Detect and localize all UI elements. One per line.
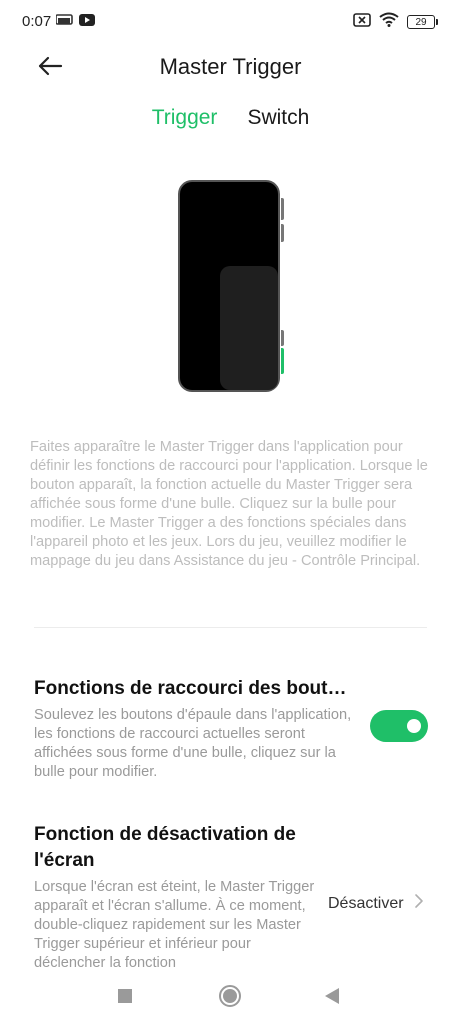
shortcut-toggle-switch[interactable] [370, 710, 428, 742]
tab-trigger[interactable]: Trigger [152, 106, 218, 130]
divider [34, 627, 427, 628]
recents-square-icon [117, 988, 133, 1009]
setting-value: Désactiver [328, 894, 404, 912]
screen-off-value-selector[interactable]: Désactiver [328, 893, 424, 914]
nav-back-button[interactable] [318, 984, 346, 1012]
trigger-highlight [281, 348, 284, 374]
home-button[interactable] [216, 984, 244, 1012]
trigger-description: Faites apparaître le Master Trigger dans… [30, 439, 428, 569]
phone-side-button [281, 198, 284, 220]
phone-side-button [281, 224, 284, 242]
wifi-icon [379, 12, 399, 32]
phone-illustration [178, 180, 284, 394]
youtube-icon [79, 13, 95, 31]
setting-description: Soulevez les boutons d'épaule dans l'app… [34, 707, 352, 780]
battery-icon: 29 [407, 15, 438, 29]
toggle-knob [407, 719, 421, 733]
status-bar: 0:07 29 [0, 0, 461, 44]
navigation-bar [0, 968, 461, 1024]
recents-button[interactable] [111, 984, 139, 1012]
home-circle-icon [218, 984, 242, 1013]
setting-screen-off-function: Fonction de désactivation de l'écran Lor… [34, 822, 334, 967]
tab-bar: Trigger Switch [0, 106, 461, 130]
chevron-right-icon [414, 893, 424, 914]
back-triangle-icon [324, 987, 340, 1010]
status-right-icons: 29 [353, 12, 438, 32]
phone-screen-overlay [220, 266, 278, 390]
page-title: Master Trigger [159, 54, 302, 79]
tab-switch[interactable]: Switch [247, 106, 309, 130]
status-time: 0:07 [22, 13, 52, 30]
cast-icon [55, 13, 74, 31]
app-header: Master Trigger [0, 44, 461, 92]
setting-title: Fonctions de raccourci des bout… [34, 678, 347, 699]
status-left-icons [55, 13, 95, 31]
no-sim-icon [353, 12, 371, 32]
setting-title: Fonction de désactivation de l'écran [34, 824, 296, 871]
setting-description: Lorsque l'écran est éteint, le Master Tr… [34, 879, 315, 967]
phone-side-button [281, 330, 284, 346]
